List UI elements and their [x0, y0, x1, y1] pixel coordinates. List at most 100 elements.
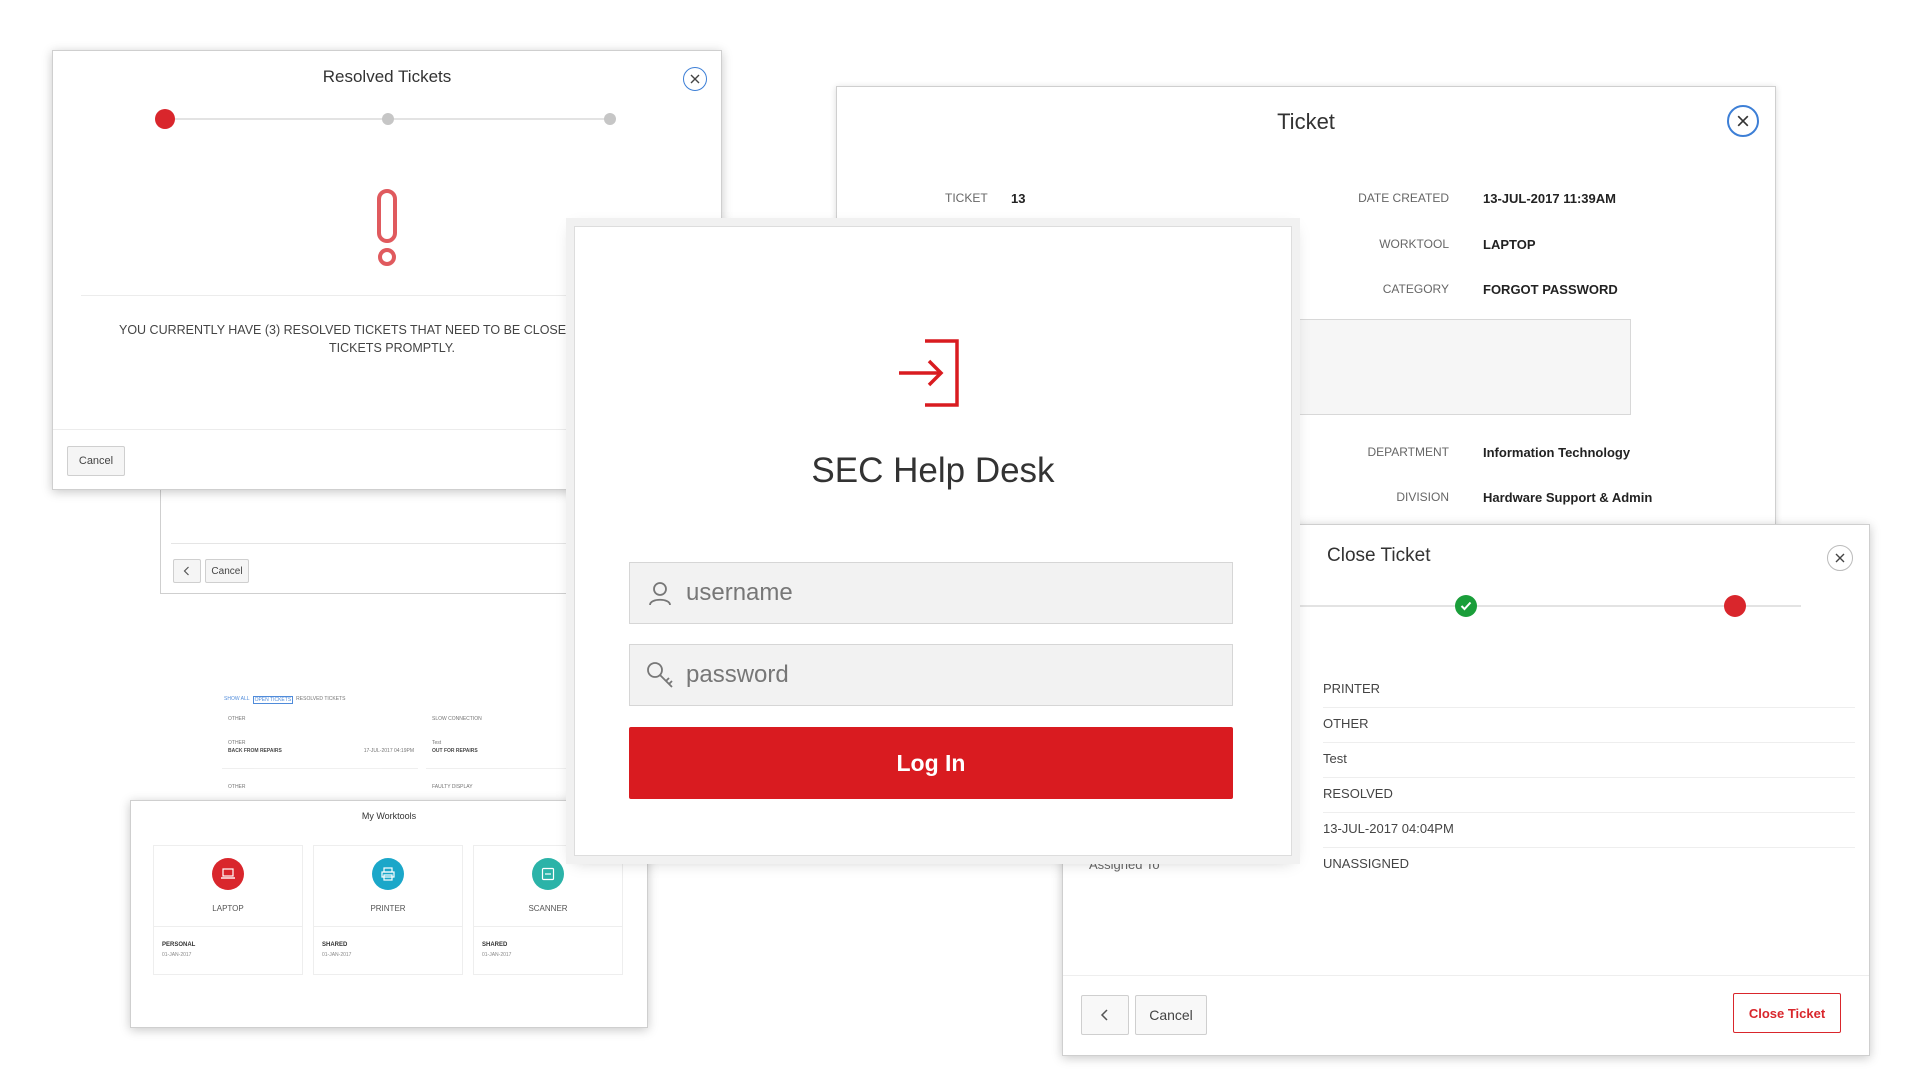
- worktool-type: SHARED: [322, 942, 348, 948]
- filter-bar: SHOW ALL OPEN TICKETS RESOLVED TICKETS: [224, 696, 345, 704]
- worktool-name: PRINTER: [370, 904, 406, 913]
- dialog-title: Resolved Tickets: [322, 67, 452, 86]
- divider: [474, 926, 622, 927]
- user-icon: [649, 582, 671, 606]
- message-line-1: YOU CURRENTLY HAVE (3) RESOLVED TICKETS …: [119, 323, 615, 337]
- warning-icon: [377, 189, 397, 266]
- filter-show-all[interactable]: SHOW ALL: [224, 696, 250, 704]
- divider: [154, 926, 302, 927]
- worktools-panel: My Worktools LAPTOP PERSONAL 01-JAN-2017…: [130, 800, 648, 1028]
- card-title: OUT FOR REPAIRS: [432, 748, 478, 754]
- step-current: [1724, 595, 1746, 617]
- worktool-date: 01-JAN-2017: [482, 952, 512, 958]
- worktool-value: LAPTOP: [1483, 237, 1536, 252]
- assigned-label: Assigned To: [1089, 857, 1160, 872]
- detail-row: UNASSIGNED: [1323, 856, 1409, 871]
- detail-row: PRINTER: [1323, 681, 1381, 696]
- card-top: OTHER: [228, 716, 246, 722]
- worktool-type: PERSONAL: [162, 942, 196, 948]
- ticket-label: TICKET: [945, 191, 988, 205]
- back-button[interactable]: [173, 559, 201, 583]
- cancel-button[interactable]: Cancel: [1135, 995, 1207, 1035]
- division-value: Hardware Support & Admin: [1483, 490, 1653, 505]
- printer-icon: [372, 858, 404, 890]
- division-label: DIVISION: [1396, 490, 1449, 504]
- divider: [1323, 812, 1855, 813]
- list-item[interactable]: OTHER OTHER BACK FROM REPAIRS 17-JUL-201…: [222, 712, 418, 769]
- username-field[interactable]: username: [629, 562, 1233, 624]
- divider: [171, 543, 589, 544]
- detail-row: OTHER: [1323, 716, 1369, 731]
- list-item[interactable]: SLOW CONNECTION Test OUT FOR REPAIRS: [426, 712, 576, 769]
- date-created-value: 13-JUL-2017 11:39AM: [1483, 191, 1616, 206]
- key-icon: [647, 662, 673, 688]
- worktool-name: LAPTOP: [212, 904, 244, 913]
- app-title: SEC Help Desk: [811, 451, 1055, 490]
- department-label: DEPARTMENT: [1367, 445, 1449, 459]
- ticket-value: 13: [1011, 191, 1026, 206]
- check-icon: [1460, 601, 1472, 611]
- date-created-label: DATE CREATED: [1358, 191, 1449, 205]
- card-title: BACK FROM REPAIRS: [228, 748, 282, 754]
- close-icon: [1835, 553, 1845, 563]
- worktool-card-scanner[interactable]: SCANNER SHARED 01-JAN-2017: [473, 845, 623, 975]
- password-field[interactable]: password: [629, 644, 1233, 706]
- message-line-2: TICKETS PROMPTLY.: [329, 341, 455, 355]
- divider: [1323, 707, 1855, 708]
- login-dialog: SEC Help Desk username password Log In: [574, 226, 1292, 856]
- row-3-left: OTHER: [228, 784, 246, 790]
- row-3-right: FAULTY DISPLAY: [432, 784, 473, 790]
- detail-row: RESOLVED: [1323, 786, 1393, 801]
- card-top: SLOW CONNECTION: [432, 716, 482, 722]
- back-button[interactable]: [1081, 995, 1129, 1035]
- divider: [1323, 847, 1855, 848]
- department-value: Information Technology: [1483, 445, 1631, 460]
- worktools-title: My Worktools: [361, 811, 417, 821]
- description-textarea[interactable]: [1287, 319, 1631, 415]
- scanner-icon: [532, 858, 564, 890]
- divider: [1323, 777, 1855, 778]
- password-placeholder: password: [686, 661, 789, 688]
- filter-resolved-tickets[interactable]: RESOLVED TICKETS: [296, 696, 345, 704]
- detail-row: Test: [1323, 751, 1347, 766]
- filter-open-tickets[interactable]: OPEN TICKETS: [252, 696, 294, 704]
- login-icon: [899, 339, 959, 407]
- stepper-track: [1263, 605, 1801, 607]
- worktool-date: 01-JAN-2017: [162, 952, 192, 958]
- tickets-list: SHOW ALL OPEN TICKETS RESOLVED TICKETS O…: [220, 694, 580, 804]
- close-icon: [690, 74, 700, 84]
- chevron-left-icon: [183, 566, 189, 576]
- divider: [1063, 975, 1869, 976]
- category-label: CATEGORY: [1382, 282, 1449, 296]
- worktool-name: SCANNER: [528, 904, 568, 913]
- card-sub: OTHER: [228, 740, 246, 746]
- worktool-card-laptop[interactable]: LAPTOP PERSONAL 01-JAN-2017: [153, 845, 303, 975]
- dialog-title: Close Ticket: [1327, 545, 1431, 566]
- category-value: FORGOT PASSWORD: [1483, 282, 1618, 297]
- close-icon: [1737, 115, 1749, 127]
- close-button[interactable]: [1727, 105, 1759, 137]
- step-1: [155, 109, 175, 129]
- close-ticket-button[interactable]: Close Ticket: [1733, 993, 1841, 1033]
- card-sub: Test: [432, 740, 442, 746]
- divider: [1323, 742, 1855, 743]
- cancel-button[interactable]: Cancel: [205, 559, 249, 583]
- step-2: [382, 113, 394, 125]
- worktool-card-printer[interactable]: PRINTER SHARED 01-JAN-2017: [313, 845, 463, 975]
- laptop-icon: [212, 858, 244, 890]
- cancel-button[interactable]: Cancel: [67, 446, 125, 476]
- worktool-date: 01-JAN-2017: [322, 952, 352, 958]
- step-complete: [1455, 595, 1477, 617]
- card-date: 17-JUL-2017 04:19PM: [363, 748, 414, 754]
- login-button[interactable]: Log In: [629, 727, 1233, 799]
- close-button[interactable]: [1827, 545, 1853, 571]
- worktool-type: SHARED: [482, 942, 508, 948]
- dialog-title: Ticket: [1277, 109, 1335, 134]
- step-3: [604, 113, 616, 125]
- username-placeholder: username: [686, 579, 793, 606]
- divider: [314, 926, 462, 927]
- close-button[interactable]: [683, 67, 707, 91]
- detail-row: 13-JUL-2017 04:04PM: [1323, 821, 1454, 836]
- chevron-left-icon: [1100, 1009, 1108, 1021]
- worktool-label: WORKTOOL: [1379, 237, 1449, 251]
